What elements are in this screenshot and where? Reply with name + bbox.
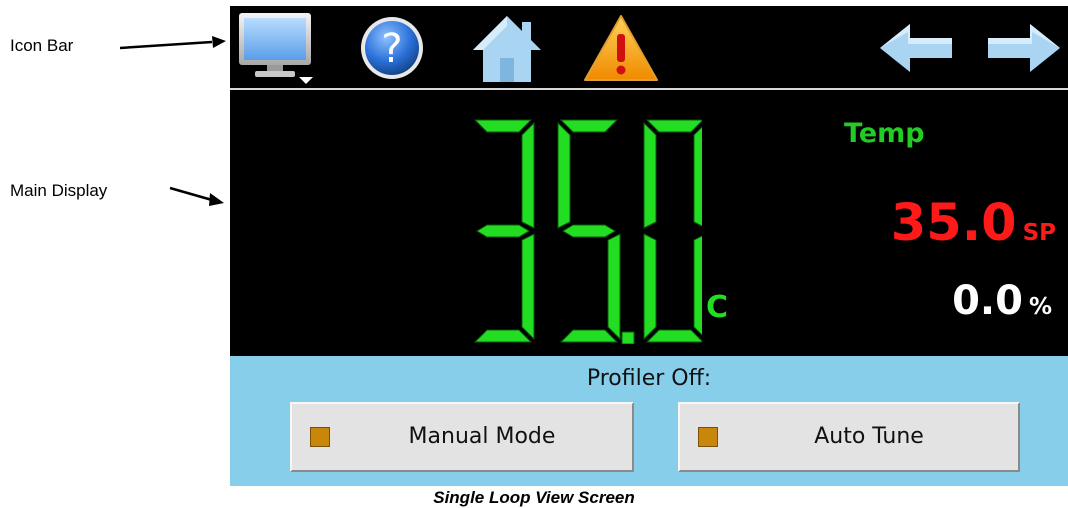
figure-caption: Single Loop View Screen (433, 488, 635, 507)
segment-c (521, 233, 535, 341)
icon-bar-annotation: Icon Bar (10, 36, 74, 55)
setpoint-display[interactable]: 35.0 SP (891, 194, 1056, 253)
segment-d (559, 329, 619, 343)
manual-mode-label: Manual Mode (408, 424, 556, 449)
device-screen: ? C Temp 35.0 SP 0.0 % Profiler Off: Man… (230, 6, 1068, 486)
manual-mode-indicator (310, 427, 330, 447)
segment-f (557, 121, 571, 229)
segment-d (473, 329, 533, 343)
control-panel: Profiler Off: Manual Mode Auto Tune (230, 356, 1068, 486)
main-display-annotation: Main Display (10, 181, 108, 200)
setpoint-value: 35.0 (890, 194, 1017, 253)
icon-bar: ? (230, 6, 1068, 90)
segment-b (521, 121, 535, 229)
output-value: 0.0 (952, 278, 1023, 324)
output-unit: % (1028, 294, 1052, 320)
segment-g (562, 224, 616, 238)
segment-a (473, 119, 533, 133)
segment-c (693, 235, 702, 336)
forward-arrow-icon[interactable] (982, 10, 1066, 86)
setpoint-label: SP (1022, 220, 1056, 246)
back-arrow-icon[interactable] (874, 10, 958, 86)
alarm-warning-icon[interactable] (578, 10, 664, 86)
process-value-display (473, 119, 702, 344)
main-display: C Temp 35.0 SP 0.0% (230, 90, 1068, 356)
segment-g (476, 224, 530, 238)
decimal-point (621, 331, 635, 344)
icon-bar-annotation-arrow (119, 36, 226, 50)
help-icon[interactable]: ? (354, 10, 430, 86)
auto-tune-indicator (698, 427, 718, 447)
loop-name[interactable]: Temp (844, 118, 925, 149)
main-display-annotation-arrow (169, 186, 224, 206)
svg-text:?: ? (381, 26, 402, 72)
segment-a (559, 119, 619, 133)
home-icon[interactable] (466, 10, 548, 86)
segment-c (607, 233, 621, 341)
segment-a (645, 119, 702, 133)
segment-e (643, 233, 657, 341)
segment-f (643, 121, 657, 229)
auto-tune-label: Auto Tune (814, 424, 924, 449)
segment-b (693, 126, 702, 227)
manual-mode-button[interactable]: Manual Mode (290, 402, 634, 472)
process-unit: C (706, 290, 729, 325)
output-percent-display: 0.0% (952, 278, 1052, 324)
profiler-status: Profiler Off: (586, 366, 712, 391)
segment-d (645, 329, 702, 343)
monitor-menu-icon[interactable] (236, 10, 318, 86)
auto-tune-button[interactable]: Auto Tune (678, 402, 1020, 472)
